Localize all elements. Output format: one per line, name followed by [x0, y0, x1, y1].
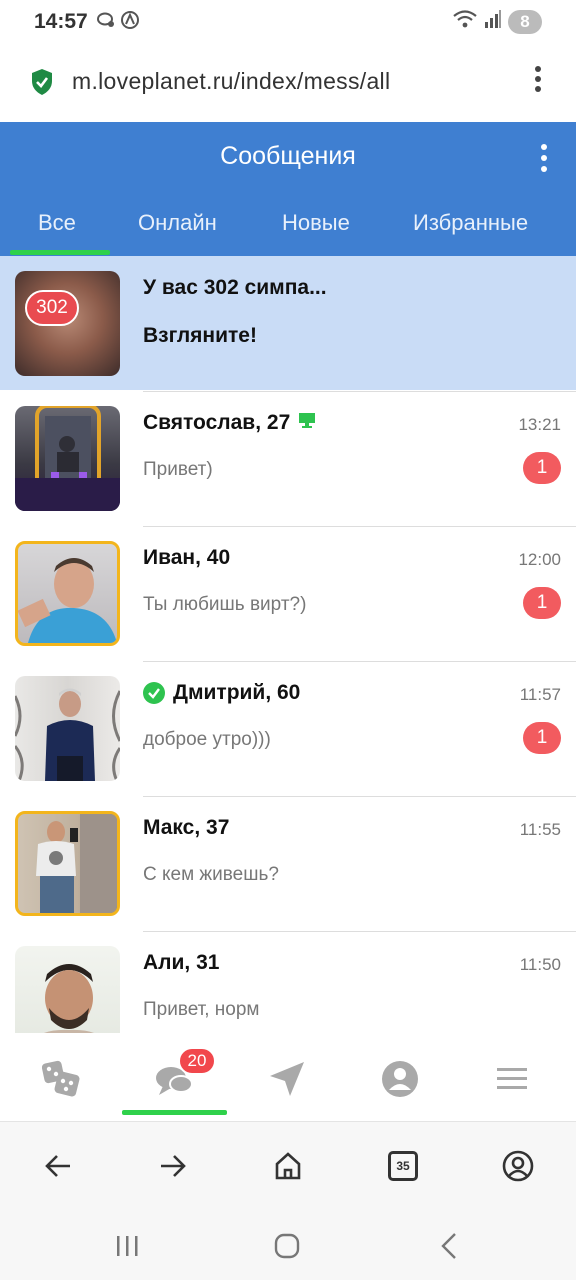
- conversation-row[interactable]: Макс, 37 11:55 С кем живешь?: [0, 796, 576, 931]
- browser-toolbar: 35: [0, 1121, 576, 1213]
- avatar[interactable]: [15, 811, 120, 916]
- contact-name: Али, 31: [143, 951, 220, 974]
- divider: [143, 661, 576, 662]
- active-tab-indicator: [10, 250, 110, 255]
- tab-all[interactable]: Все: [38, 210, 76, 236]
- divider: [143, 391, 576, 392]
- profile-icon[interactable]: [378, 1057, 422, 1101]
- account-icon[interactable]: [500, 1148, 536, 1184]
- avatar[interactable]: [15, 676, 120, 781]
- wifi-icon: [452, 9, 478, 34]
- promo-title: У вас 302 симпа...: [143, 276, 327, 299]
- likes-promo-banner[interactable]: 302 У вас 302 симпа... Взгляните!: [0, 256, 576, 390]
- conversation-list[interactable]: 302 У вас 302 симпа... Взгляните! Святос…: [0, 256, 576, 1033]
- message-time: 11:55: [519, 820, 561, 839]
- signal-icon: [484, 9, 502, 34]
- message-time: 12:00: [518, 550, 561, 569]
- message-tabs: Все Онлайн Новые Избранные: [0, 204, 576, 256]
- browser-url-bar[interactable]: m.loveplanet.ru/index/mess/all: [0, 44, 576, 122]
- browser-menu-icon[interactable]: [534, 66, 542, 94]
- app-bottom-nav: 20: [0, 1033, 576, 1121]
- more-options-icon[interactable]: [540, 144, 548, 177]
- contact-name: Дмитрий, 60: [173, 681, 301, 704]
- avatar[interactable]: [15, 541, 120, 646]
- avatar[interactable]: [15, 946, 120, 1033]
- home-button-icon[interactable]: [272, 1231, 302, 1261]
- battery-indicator: 8: [508, 9, 542, 34]
- messages-count-badge: 20: [178, 1047, 216, 1075]
- system-nav-bar: [0, 1213, 576, 1280]
- message-time: 11:57: [519, 685, 561, 704]
- promo-subtitle: Взгляните!: [143, 324, 257, 347]
- conversation-row[interactable]: Святослав, 27 13:21 Привет) 1: [0, 391, 576, 526]
- secure-shield-icon[interactable]: [30, 68, 54, 101]
- message-preview: Привет, норм: [143, 999, 260, 1020]
- status-bar: 14:57 8: [0, 0, 576, 44]
- conversation-row[interactable]: Али, 31 11:50 Привет, норм: [0, 931, 576, 1033]
- contact-name: Святослав, 27: [143, 411, 291, 434]
- back-arrow-icon[interactable]: [40, 1148, 76, 1184]
- page-title: Сообщения: [220, 142, 356, 170]
- status-time: 14:57: [34, 10, 88, 33]
- tab-online[interactable]: Онлайн: [138, 210, 217, 236]
- menu-icon[interactable]: [490, 1057, 534, 1101]
- unread-badge: 1: [523, 587, 561, 619]
- accessibility-icon: [120, 10, 140, 35]
- tabs-count-icon[interactable]: 35: [385, 1148, 421, 1184]
- recent-apps-icon[interactable]: [112, 1231, 142, 1261]
- tab-new[interactable]: Новые: [282, 210, 350, 236]
- conversation-row[interactable]: Иван, 40 12:00 Ты любишь вирт?) 1: [0, 526, 576, 661]
- conversation-row[interactable]: Дмитрий, 60 11:57 доброе утро))) 1: [0, 661, 576, 796]
- tab-favorites[interactable]: Избранные: [413, 210, 528, 236]
- unread-badge: 1: [523, 452, 561, 484]
- dice-icon[interactable]: [38, 1057, 82, 1101]
- message-preview: Привет): [143, 459, 213, 480]
- contact-name: Макс, 37: [143, 816, 230, 839]
- contact-name: Иван, 40: [143, 546, 231, 569]
- avatar[interactable]: [15, 406, 120, 511]
- message-preview: С кем живешь?: [143, 864, 279, 885]
- divider: [143, 796, 576, 797]
- send-icon[interactable]: [265, 1057, 309, 1101]
- likes-count-badge: 302: [25, 290, 79, 326]
- unread-badge: 1: [523, 722, 561, 754]
- home-icon[interactable]: [270, 1148, 306, 1184]
- system-back-icon[interactable]: [434, 1231, 464, 1261]
- active-nav-indicator: [122, 1110, 227, 1115]
- message-preview: Ты любишь вирт?): [143, 594, 307, 615]
- forward-arrow-icon[interactable]: [155, 1148, 191, 1184]
- divider: [143, 526, 576, 527]
- desktop-icon: [298, 411, 316, 435]
- url-text[interactable]: m.loveplanet.ru/index/mess/all: [72, 68, 390, 95]
- message-preview: доброе утро))): [143, 729, 271, 750]
- message-time: 11:50: [519, 955, 561, 974]
- verified-check-icon: [143, 682, 165, 704]
- app-header: Сообщения Все Онлайн Новые Избранные: [0, 122, 576, 256]
- message-time: 13:21: [518, 415, 561, 434]
- divider: [143, 931, 576, 932]
- chat-notification-icon: [96, 10, 116, 35]
